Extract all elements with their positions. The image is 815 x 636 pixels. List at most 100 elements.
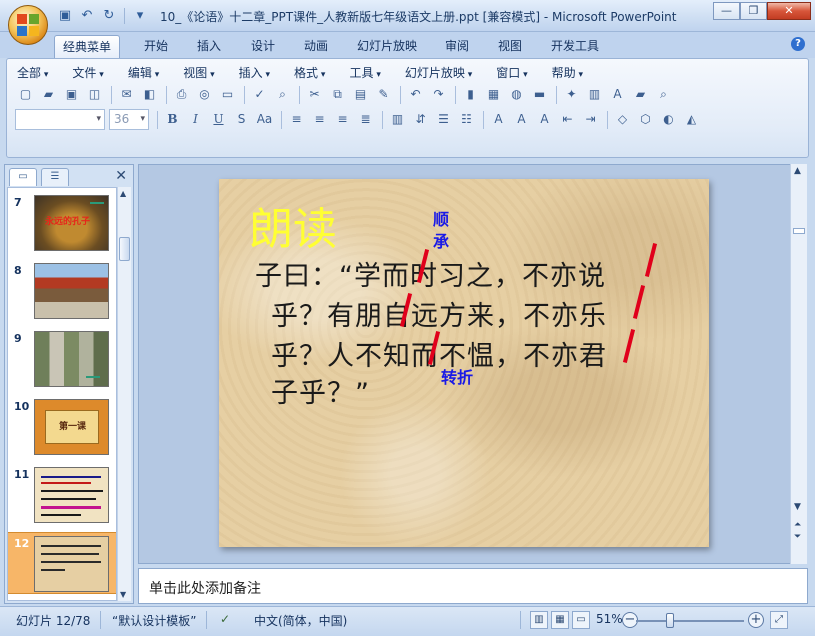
notes-placeholder[interactable]: 单击此处添加备注 bbox=[149, 578, 261, 598]
poem-line-1[interactable]: 子曰：“学而时习之，不亦说 bbox=[255, 254, 606, 293]
menu-format[interactable]: 格式 bbox=[294, 64, 325, 81]
email-icon[interactable]: ✉ bbox=[116, 84, 137, 105]
tab-design[interactable]: 设计 bbox=[243, 35, 283, 58]
customize-qat-icon[interactable]: ▾ bbox=[131, 7, 149, 25]
new-slide-icon[interactable]: ✦ bbox=[561, 84, 582, 105]
notes-pane[interactable]: 单击此处添加备注 bbox=[138, 568, 808, 604]
bullets-icon[interactable]: ☷ bbox=[456, 109, 477, 130]
font-color-icon[interactable]: A bbox=[488, 109, 509, 130]
textbox-icon[interactable]: A bbox=[607, 84, 628, 105]
color-grayscale-icon[interactable]: ▬ bbox=[529, 84, 550, 105]
open-icon[interactable]: ▰ bbox=[38, 84, 59, 105]
slide-icon[interactable]: ▭ bbox=[217, 84, 238, 105]
thumbnail-image[interactable] bbox=[34, 331, 109, 387]
redo-icon[interactable]: ↷ bbox=[428, 84, 449, 105]
fill-color-icon[interactable]: ◭ bbox=[681, 109, 702, 130]
scroll-down-icon[interactable]: ▼ bbox=[120, 590, 126, 599]
thumbnail-row-selected[interactable]: 12 bbox=[8, 532, 116, 594]
tab-slideshow[interactable]: 幻灯片放映 bbox=[349, 35, 425, 58]
underline-icon[interactable]: U bbox=[208, 109, 229, 130]
thumbnail-image[interactable]: 永远的孔子 bbox=[34, 195, 109, 251]
thumbnail-image[interactable] bbox=[34, 263, 109, 319]
poem-line-4[interactable]: 子乎？” bbox=[271, 371, 370, 410]
columns-icon[interactable]: ▥ bbox=[387, 109, 408, 130]
justify-icon[interactable]: ≣ bbox=[355, 109, 376, 130]
restore-button[interactable]: ❐ bbox=[740, 2, 767, 20]
undo-icon[interactable]: ↶ bbox=[405, 84, 426, 105]
menu-insert[interactable]: 插入 bbox=[239, 64, 270, 81]
layout-icon[interactable]: ▥ bbox=[584, 84, 605, 105]
print-preview-icon[interactable]: ◎ bbox=[194, 84, 215, 105]
slide-scrollbar[interactable]: ▲ ▼ ⏶ ⏷ bbox=[790, 164, 807, 564]
thumbnail-image[interactable] bbox=[34, 467, 109, 523]
shapes-icon[interactable]: ◇ bbox=[612, 109, 633, 130]
tab-classic-menu[interactable]: 经典菜单 bbox=[54, 35, 121, 58]
strikethrough-icon[interactable]: S bbox=[231, 109, 252, 130]
poem-line-2[interactable]: 乎？有朋自远方来，不亦乐 bbox=[271, 294, 607, 333]
scroll-thumb[interactable] bbox=[793, 228, 805, 234]
minimize-button[interactable]: — bbox=[713, 2, 740, 20]
slide-canvas[interactable]: 朗读 顺 承 子曰：“学而时习之，不亦说 乎？有朋自远方来，不亦乐 乎？人不知而… bbox=[219, 179, 709, 547]
format-painter-icon[interactable]: ✎ bbox=[373, 84, 394, 105]
align-center-icon[interactable]: ≡ bbox=[309, 109, 330, 130]
thumbnail-row[interactable]: 10 第一课 bbox=[8, 396, 116, 458]
tab-animation[interactable]: 动画 bbox=[296, 35, 336, 58]
menu-all[interactable]: 全部 bbox=[17, 64, 48, 81]
spell-check-icon[interactable]: ✓ bbox=[220, 612, 230, 626]
poem-line-3[interactable]: 乎？人不知而不愠，不亦君 bbox=[271, 334, 607, 373]
menu-file[interactable]: 文件 bbox=[72, 64, 103, 81]
increase-indent-icon[interactable]: ⇥ bbox=[580, 109, 601, 130]
align-left-icon[interactable]: ≡ bbox=[286, 109, 307, 130]
annotation-shun[interactable]: 顺 bbox=[433, 209, 451, 231]
menu-tools[interactable]: 工具 bbox=[349, 64, 380, 81]
change-case-icon[interactable]: Aa bbox=[254, 109, 275, 130]
thumbnail-row[interactable]: 8 bbox=[8, 260, 116, 322]
zoom-level[interactable]: 51% bbox=[596, 612, 623, 626]
align-right-icon[interactable]: ≡ bbox=[332, 109, 353, 130]
hyperlink-icon[interactable]: ◍ bbox=[506, 84, 527, 105]
pause-mark[interactable] bbox=[622, 329, 636, 363]
tab-developer[interactable]: 开发工具 bbox=[543, 35, 607, 58]
previous-slide-icon[interactable]: ⏶ bbox=[794, 520, 801, 530]
grow-font-icon[interactable]: A bbox=[511, 109, 532, 130]
pause-mark[interactable] bbox=[644, 243, 658, 277]
shape-style-icon[interactable]: ◐ bbox=[658, 109, 679, 130]
tab-view[interactable]: 视图 bbox=[490, 35, 530, 58]
thumbnail-image[interactable]: 第一课 bbox=[34, 399, 109, 455]
annotation-zhuanzhe[interactable]: 转折 bbox=[441, 367, 473, 389]
publish-icon[interactable]: ◧ bbox=[139, 84, 160, 105]
scroll-up-icon[interactable]: ▲ bbox=[794, 166, 801, 176]
menu-edit[interactable]: 编辑 bbox=[128, 64, 159, 81]
thumbnail-row[interactable]: 11 bbox=[8, 464, 116, 526]
font-size-box[interactable]: 36 bbox=[109, 109, 149, 130]
zoom-icon[interactable]: ⌕ bbox=[653, 84, 674, 105]
decrease-indent-icon[interactable]: ⇤ bbox=[557, 109, 578, 130]
tab-home[interactable]: 开始 bbox=[136, 35, 176, 58]
next-slide-icon[interactable]: ⏷ bbox=[794, 532, 801, 542]
menu-help[interactable]: 帮助 bbox=[552, 64, 583, 81]
office-button[interactable] bbox=[8, 5, 48, 45]
menu-view[interactable]: 视图 bbox=[183, 64, 214, 81]
fit-to-window-icon[interactable]: ⤢ bbox=[770, 611, 788, 629]
zoom-slider-knob[interactable] bbox=[666, 613, 674, 628]
thumbnail-row[interactable]: 9 bbox=[8, 328, 116, 390]
language-indicator[interactable]: 中文(简体，中国) bbox=[254, 612, 347, 629]
thumbnail-image[interactable] bbox=[34, 536, 109, 592]
thumbnails-scrollbar[interactable]: ▲ ▼ bbox=[117, 187, 131, 601]
scroll-up-icon[interactable]: ▲ bbox=[120, 189, 126, 198]
slide-sorter-icon[interactable]: ▦ bbox=[551, 611, 569, 629]
tab-outline[interactable]: ☰ bbox=[41, 168, 69, 186]
permission-icon[interactable]: ◫ bbox=[84, 84, 105, 105]
close-pane-icon[interactable]: ✕ bbox=[115, 168, 127, 184]
pause-mark[interactable] bbox=[632, 285, 646, 319]
annotation-cheng[interactable]: 承 bbox=[433, 231, 451, 253]
text-direction-icon[interactable]: ⇵ bbox=[410, 109, 431, 130]
normal-view-icon[interactable]: ▥ bbox=[530, 611, 548, 629]
research-icon[interactable]: ⌕ bbox=[272, 84, 293, 105]
arrange-icon[interactable]: ⬡ bbox=[635, 109, 656, 130]
tab-review[interactable]: 审阅 bbox=[437, 35, 477, 58]
font-name-box[interactable] bbox=[15, 109, 105, 130]
shrink-font-icon[interactable]: A bbox=[534, 109, 555, 130]
save-icon[interactable]: ▣ bbox=[61, 84, 82, 105]
table-icon[interactable]: ▦ bbox=[483, 84, 504, 105]
